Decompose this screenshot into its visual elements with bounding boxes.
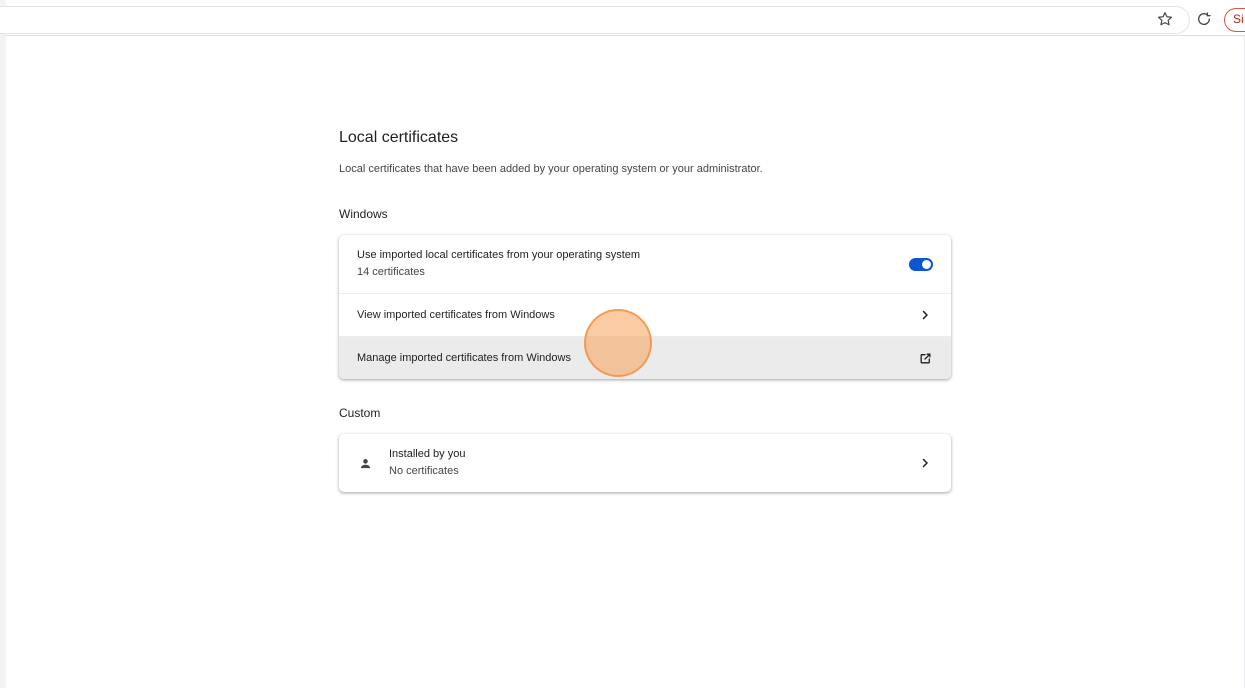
installed-by-you-text: Installed by you No certificates [389,447,917,479]
open-external-icon [917,350,933,366]
custom-certificates-card: Installed by you No certificates [339,434,951,492]
use-imported-text: Use imported local certificates from you… [357,248,909,280]
toggle-knob [922,259,931,269]
windows-group-title: Windows [339,207,388,221]
person-icon [358,456,372,470]
chevron-right-icon [917,307,933,323]
view-imported-certificates-row[interactable]: View imported certificates from Windows [339,293,951,336]
page-title: Local certificates [339,129,459,146]
manage-imported-certificates-row[interactable]: Manage imported certificates from Window… [339,336,951,379]
use-imported-certificates-row[interactable]: Use imported local certificates from you… [339,235,951,293]
puzzle-icon[interactable] [1193,8,1215,30]
custom-group-title: Custom [339,406,381,420]
use-imported-label: Use imported local certificates from you… [357,249,641,261]
local-certificates-page: Local certificates Local certificates th… [339,128,951,492]
profile-button[interactable]: Si [1224,8,1245,32]
certificate-count: 14 certificates [357,266,425,278]
star-icon[interactable] [1154,8,1176,30]
browser-toolbar: Si [0,0,1245,36]
installed-by-you-label: Installed by you [389,448,466,460]
installed-by-you-row[interactable]: Installed by you No certificates [339,434,951,492]
manage-imported-label: Manage imported certificates from Window… [357,351,571,364]
installed-count: No certificates [389,465,459,477]
address-bar[interactable] [0,6,1190,34]
use-imported-toggle[interactable] [909,257,933,271]
chevron-right-icon [917,455,933,471]
page-description: Local certificates that have been added … [339,163,763,175]
windows-certificates-card: Use imported local certificates from you… [339,235,951,379]
view-imported-label: View imported certificates from Windows [357,308,555,321]
